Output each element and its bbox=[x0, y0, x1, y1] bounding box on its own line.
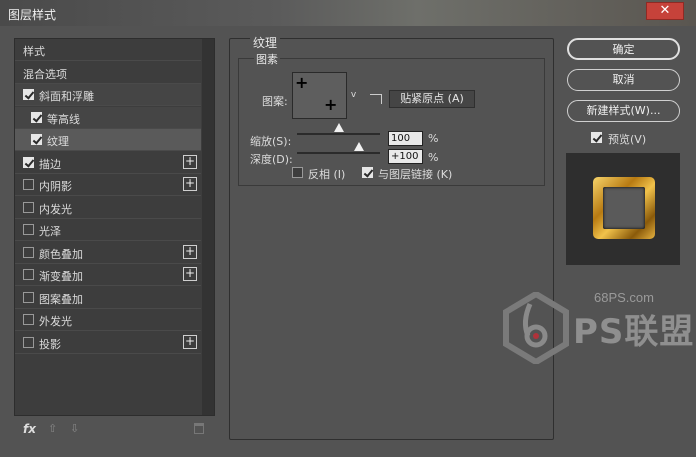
close-button[interactable]: ✕ bbox=[646, 2, 684, 20]
add-effect-icon[interactable]: + bbox=[183, 177, 197, 191]
style-list-item[interactable]: 纹理 bbox=[15, 129, 201, 151]
style-list-label: 纹理 bbox=[47, 135, 69, 148]
style-list-footer: fx ⇧ ⇩ bbox=[14, 418, 215, 444]
add-effect-icon[interactable]: + bbox=[183, 154, 197, 169]
depth-unit: % bbox=[428, 151, 439, 164]
depth-input[interactable]: +100 bbox=[388, 149, 423, 164]
move-up-icon[interactable]: ⇧ bbox=[48, 422, 57, 435]
style-list-panel: 样式混合选项斜面和浮雕等高线纹理描边 + 内阴影 + 内发光光泽颜色叠加 + 渐变叠加 + 图案… bbox=[14, 38, 215, 416]
link-with-layer-checkbox[interactable] bbox=[362, 167, 373, 178]
title-bar: 图层样式 ✕ bbox=[0, 0, 696, 26]
style-list-label: 图案叠加 bbox=[39, 292, 83, 306]
watermark-logo-icon bbox=[503, 292, 569, 364]
section-title: 纹理 bbox=[250, 34, 281, 51]
style-list-label: 斜面和浮雕 bbox=[39, 90, 94, 103]
style-list-label: 样式 bbox=[23, 45, 45, 58]
style-list-item[interactable]: 描边 + bbox=[15, 152, 201, 174]
style-list-label: 投影 bbox=[39, 337, 61, 351]
window-title: 图层样式 bbox=[8, 8, 57, 22]
scrollbar[interactable] bbox=[202, 39, 214, 415]
style-list-item[interactable]: 光泽 bbox=[15, 219, 201, 241]
style-checkbox[interactable] bbox=[23, 291, 34, 303]
style-preview bbox=[566, 153, 680, 265]
cancel-button[interactable]: 取消 bbox=[567, 69, 680, 91]
style-list-label: 外发光 bbox=[39, 315, 72, 328]
style-list-label: 描边 bbox=[39, 157, 61, 171]
group-title: 图素 bbox=[254, 51, 280, 67]
scale-unit: % bbox=[428, 132, 439, 145]
invert-label: 反相 (I) bbox=[308, 168, 346, 181]
pattern-plus-icon: + bbox=[295, 73, 309, 92]
invert-checkbox[interactable] bbox=[292, 167, 303, 178]
style-list-label: 混合选项 bbox=[23, 67, 67, 81]
style-list-label: 光泽 bbox=[39, 225, 61, 238]
style-checkbox[interactable] bbox=[23, 224, 34, 235]
style-list-item[interactable]: 颜色叠加 + bbox=[15, 242, 201, 264]
style-checkbox[interactable] bbox=[23, 179, 34, 190]
scale-input[interactable]: 100 bbox=[388, 131, 423, 146]
style-list-label: 等高线 bbox=[47, 112, 80, 126]
style-checkbox[interactable] bbox=[23, 269, 34, 280]
depth-slider-handle[interactable] bbox=[354, 142, 365, 151]
style-list-item[interactable]: 内阴影 + bbox=[15, 174, 201, 196]
style-list-item[interactable]: 混合选项 bbox=[15, 62, 201, 84]
chevron-down-icon[interactable]: v bbox=[348, 72, 359, 119]
link-with-layer-label: 与图层链接 (K) bbox=[378, 168, 453, 181]
new-style-button[interactable]: 新建样式(W)... bbox=[567, 100, 680, 122]
style-list-item[interactable]: 样式 bbox=[15, 39, 201, 61]
move-down-icon[interactable]: ⇩ bbox=[70, 422, 79, 435]
add-effect-icon[interactable]: + bbox=[183, 244, 197, 259]
add-effect-icon[interactable]: + bbox=[183, 334, 197, 349]
add-effect-icon[interactable]: + bbox=[183, 267, 197, 281]
style-checkbox[interactable] bbox=[23, 246, 34, 258]
style-list-item[interactable]: 投影 + bbox=[15, 332, 201, 354]
style-list-item[interactable]: 图案叠加 bbox=[15, 287, 201, 309]
style-checkbox[interactable] bbox=[23, 314, 34, 325]
style-checkbox[interactable] bbox=[31, 111, 42, 123]
preview-checkbox[interactable] bbox=[591, 132, 602, 143]
scale-label: 缩放(S): bbox=[250, 135, 292, 148]
style-list-item[interactable]: 等高线 bbox=[15, 106, 201, 129]
scale-slider[interactable] bbox=[297, 123, 380, 135]
preview-label: 预览(V) bbox=[608, 133, 647, 146]
snap-to-origin-button[interactable]: 贴紧原点 (A) bbox=[389, 90, 475, 108]
style-checkbox[interactable] bbox=[23, 156, 34, 168]
pattern-label: 图案: bbox=[262, 95, 288, 108]
watermark-site: 68PS.com bbox=[594, 290, 654, 305]
style-list-item[interactable]: 渐变叠加 + bbox=[15, 264, 201, 286]
watermark-brand: PS联盟 bbox=[573, 312, 695, 352]
style-checkbox[interactable] bbox=[23, 336, 34, 348]
depth-slider[interactable] bbox=[297, 142, 380, 154]
style-list-label: 内阴影 bbox=[39, 180, 72, 193]
depth-label: 深度(D): bbox=[250, 153, 293, 166]
trash-icon[interactable] bbox=[194, 423, 204, 434]
new-preset-icon[interactable] bbox=[370, 94, 382, 104]
ok-button[interactable]: 确定 bbox=[567, 38, 680, 60]
scale-slider-handle[interactable] bbox=[333, 123, 344, 132]
style-checkbox[interactable] bbox=[23, 201, 34, 213]
pattern-plus-icon: + bbox=[324, 95, 338, 114]
style-list-label: 内发光 bbox=[39, 202, 72, 216]
preview-thumbnail bbox=[593, 177, 655, 239]
pattern-swatch[interactable]: + + bbox=[292, 72, 347, 119]
style-list-item[interactable]: 外发光 bbox=[15, 309, 201, 331]
style-list-item[interactable]: 内发光 bbox=[15, 197, 201, 219]
style-list-item[interactable]: 斜面和浮雕 bbox=[15, 84, 201, 106]
fx-menu-button[interactable]: fx bbox=[23, 422, 36, 436]
style-list-label: 渐变叠加 bbox=[39, 270, 83, 283]
style-checkbox[interactable] bbox=[23, 89, 34, 100]
style-list-label: 颜色叠加 bbox=[39, 247, 83, 261]
style-checkbox[interactable] bbox=[31, 134, 42, 145]
